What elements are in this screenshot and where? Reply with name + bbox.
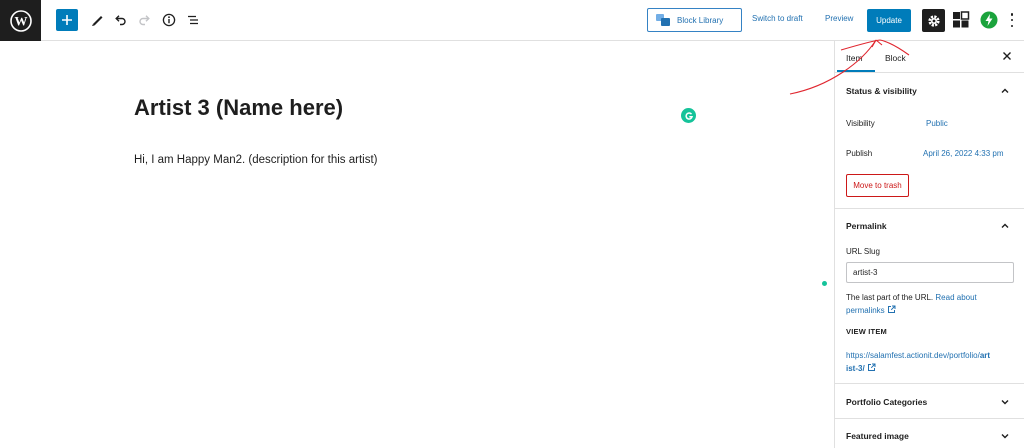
- chevron-up-icon: [1001, 88, 1009, 93]
- move-to-trash-button[interactable]: Move to trash: [846, 174, 909, 197]
- settings-button[interactable]: [922, 9, 945, 32]
- redo-button[interactable]: [134, 8, 156, 32]
- plugin-blocks-icon: [953, 11, 970, 28]
- permalink-help-text: The last part of the URL. Read about per…: [846, 291, 1016, 317]
- status-dot: [822, 281, 827, 286]
- gear-icon: [927, 14, 940, 27]
- status-visibility-title: Status & visibility: [846, 86, 917, 96]
- tab-item[interactable]: Item: [846, 53, 863, 63]
- redo-icon: [139, 15, 150, 26]
- divider: [835, 208, 1024, 209]
- wordpress-logo-icon[interactable]: W: [0, 0, 41, 41]
- divider: [835, 383, 1024, 384]
- update-button[interactable]: Update: [867, 9, 911, 32]
- permalink-panel-toggle[interactable]: Permalink: [835, 219, 1024, 233]
- grammarly-icon[interactable]: [681, 108, 696, 123]
- list-view-button[interactable]: [182, 8, 204, 32]
- editor-canvas: Artist 3 (Name here) Hi, I am Happy Man2…: [0, 41, 834, 448]
- sidebar-tabs: Item Block: [835, 41, 1024, 73]
- undo-button[interactable]: [109, 8, 131, 32]
- portfolio-categories-panel-toggle[interactable]: Portfolio Categories: [835, 396, 1024, 410]
- preview-button[interactable]: Preview: [825, 14, 853, 23]
- tab-block[interactable]: Block: [885, 53, 906, 63]
- chevron-up-icon: [1001, 223, 1009, 228]
- featured-image-panel-toggle[interactable]: Featured image: [835, 430, 1024, 444]
- bolt-icon: [980, 11, 998, 29]
- add-block-button[interactable]: [56, 9, 78, 31]
- bolt-plugin-button[interactable]: [979, 10, 999, 30]
- url-slug-label: URL Slug: [846, 247, 880, 256]
- undo-icon: [115, 15, 126, 26]
- url-slug-value: artist-3: [853, 268, 878, 277]
- editor-toolbar: W Block Library Switch to draft Preview …: [0, 0, 1024, 41]
- divider: [835, 418, 1024, 419]
- help-text: The last part of the URL.: [846, 293, 934, 302]
- plugin-blocks-button[interactable]: [951, 10, 971, 30]
- status-visibility-panel-toggle[interactable]: Status & visibility: [835, 85, 1024, 99]
- chevron-down-icon: [1001, 400, 1009, 405]
- plus-icon: [62, 15, 72, 25]
- url-slug-input[interactable]: artist-3: [846, 262, 1014, 283]
- block-library-icon: [656, 14, 670, 26]
- svg-text:W: W: [14, 13, 27, 28]
- more-vertical-icon[interactable]: [1008, 11, 1016, 29]
- block-editor: W Block Library Switch to draft Preview …: [0, 0, 1024, 448]
- external-link-icon: [867, 363, 876, 371]
- visibility-label: Visibility: [846, 119, 875, 128]
- settings-sidebar: Item Block Status & visibility Visibilit…: [834, 41, 1024, 448]
- tools-button[interactable]: [86, 8, 108, 32]
- info-icon: [162, 13, 176, 27]
- block-library-label: Block Library: [677, 15, 724, 25]
- switch-to-draft-button[interactable]: Switch to draft: [752, 14, 803, 23]
- visibility-value[interactable]: Public: [926, 119, 948, 128]
- paragraph-block[interactable]: Hi, I am Happy Man2. (description for th…: [134, 154, 378, 166]
- publish-label: Publish: [846, 149, 873, 158]
- close-icon[interactable]: [1002, 51, 1012, 61]
- post-title[interactable]: Artist 3 (Name here): [134, 95, 343, 121]
- permalink-url-prefix: https://salamfest.actionit.dev/portfolio…: [846, 351, 980, 360]
- featured-image-title: Featured image: [846, 431, 909, 441]
- external-link-icon: [887, 305, 896, 313]
- permalink-url-link[interactable]: https://salamfest.actionit.dev/portfolio…: [846, 349, 991, 375]
- list-view-icon: [188, 15, 198, 25]
- view-item-heading: VIEW ITEM: [846, 327, 887, 336]
- block-library-button[interactable]: Block Library: [647, 8, 742, 32]
- active-tab-indicator: [837, 70, 875, 72]
- chevron-down-icon: [1001, 434, 1009, 439]
- details-button[interactable]: [158, 8, 180, 32]
- pencil-icon: [92, 16, 103, 26]
- publish-date[interactable]: April 26, 2022 4:33 pm: [923, 149, 1004, 158]
- portfolio-categories-title: Portfolio Categories: [846, 397, 928, 407]
- permalink-title: Permalink: [846, 221, 887, 231]
